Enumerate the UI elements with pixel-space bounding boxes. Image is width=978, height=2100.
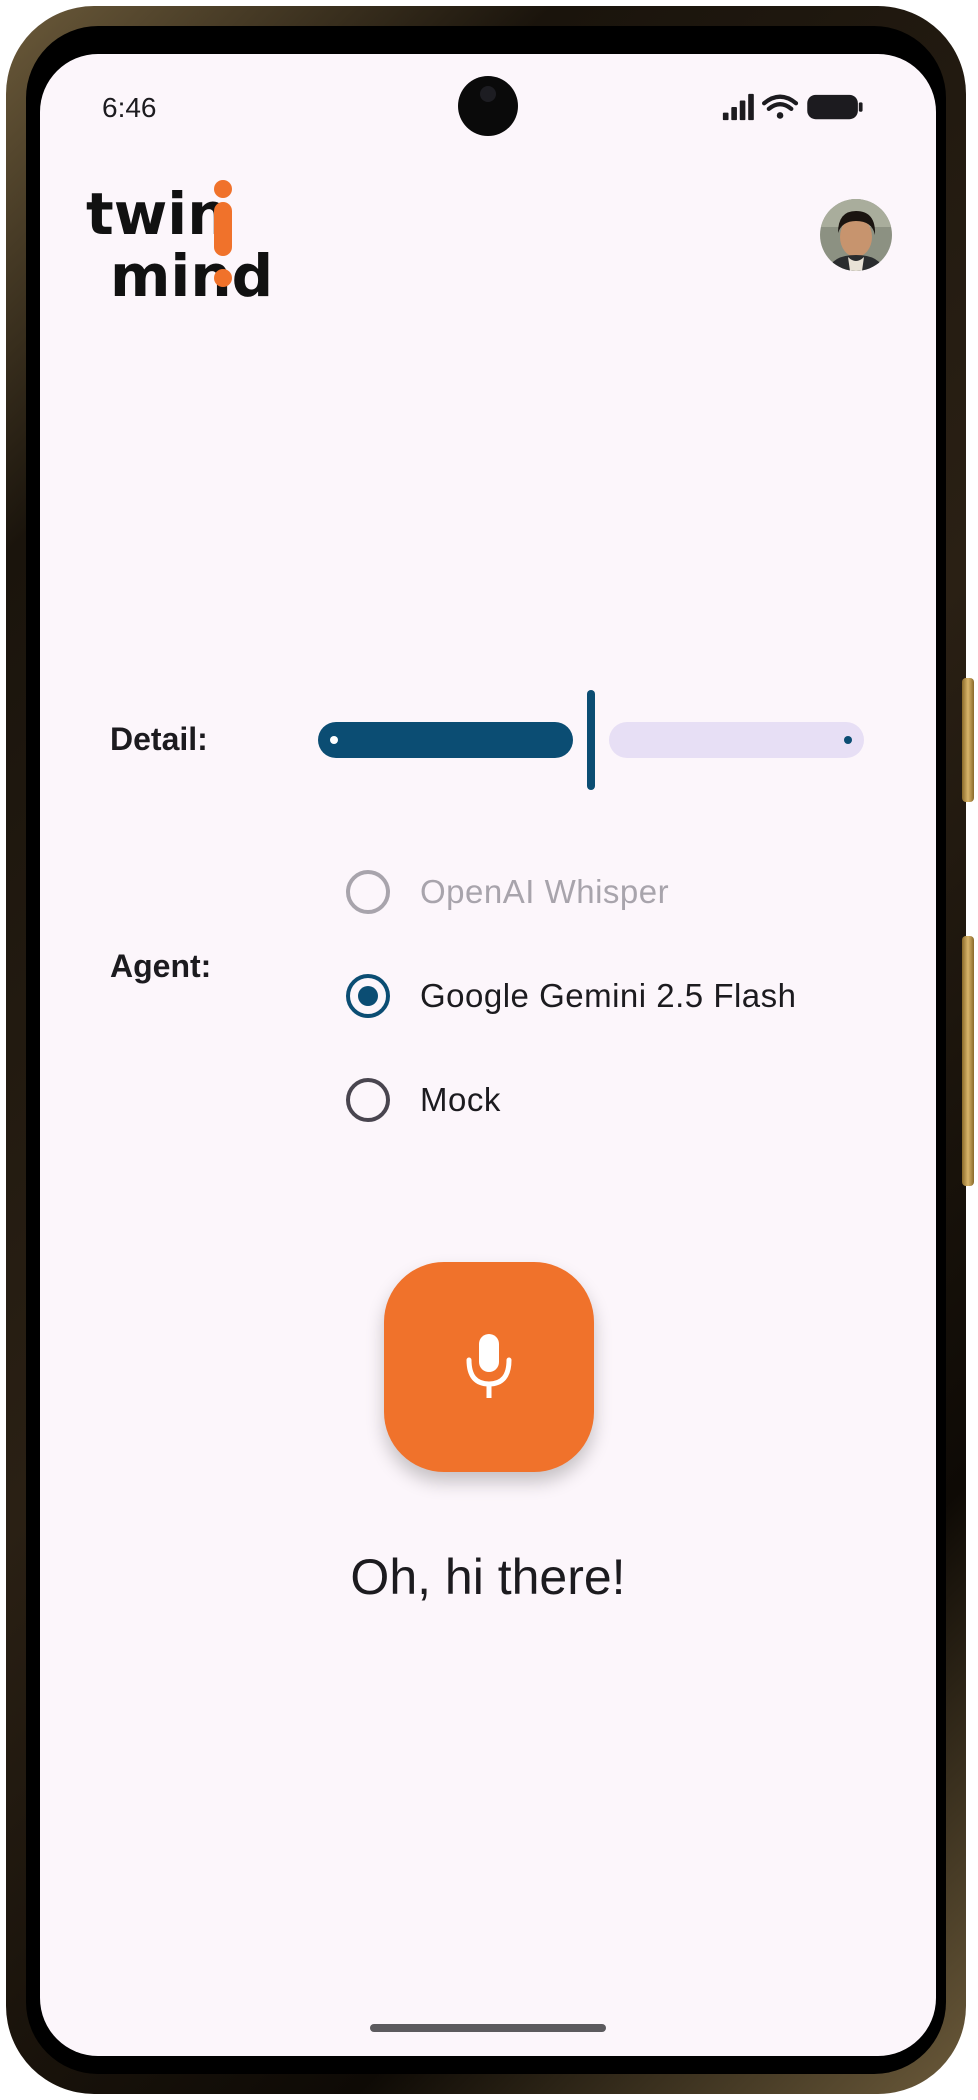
- radio-option-gemini-flash[interactable]: Google Gemini 2.5 Flash: [346, 966, 866, 1026]
- slider-end-stop-indicator: [844, 736, 852, 744]
- phone-frame: 6:46 twin mind Detail: Agent: OpenAI Whi…: [6, 6, 974, 2094]
- logo-accent-dot-bottom: [214, 269, 232, 287]
- battery-icon: [807, 94, 863, 120]
- radio-option-openai-whisper: OpenAI Whisper: [346, 862, 866, 922]
- status-icons: [722, 93, 863, 121]
- microphone-icon: [466, 1334, 512, 1398]
- power-button: [962, 678, 974, 802]
- agent-label: Agent:: [110, 948, 212, 984]
- detail-slider[interactable]: [318, 690, 864, 790]
- radio-label-gemini-flash[interactable]: Google Gemini 2.5 Flash: [420, 977, 797, 1015]
- slider-start-stop-indicator: [330, 736, 338, 744]
- status-time: 6:46: [102, 92, 157, 123]
- radio-label-openai-whisper: OpenAI Whisper: [420, 873, 670, 910]
- detail-label: Detail:: [110, 721, 208, 757]
- user-avatar[interactable]: [820, 199, 892, 271]
- logo-word-mind: mind: [110, 242, 273, 304]
- logo-word-twin: twin: [86, 180, 228, 248]
- record-button[interactable]: [384, 1262, 594, 1472]
- front-camera: [458, 76, 518, 136]
- radio-button-gemini-flash[interactable]: [346, 974, 390, 1018]
- logo-accent-bar: [214, 202, 232, 256]
- radio-button-openai-whisper: [346, 870, 390, 914]
- volume-button: [962, 936, 974, 1186]
- greeting-text: Oh, hi there!: [350, 1549, 626, 1605]
- slider-inactive-track: [609, 722, 864, 758]
- logo-accent-dot-top: [214, 180, 232, 198]
- app-screen: 6:46 twin mind Detail: Agent: OpenAI Whi…: [40, 54, 936, 2056]
- slider-thumb: [587, 690, 595, 790]
- home-indicator[interactable]: [370, 2024, 606, 2032]
- radio-label-mock[interactable]: Mock: [420, 1081, 501, 1119]
- radio-option-mock[interactable]: Mock: [346, 1070, 866, 1130]
- signal-icon: [722, 93, 754, 121]
- wifi-icon: [762, 94, 799, 119]
- slider-active-track: [318, 722, 573, 758]
- twinmind-logo[interactable]: twin mind: [80, 174, 310, 304]
- radio-button-mock[interactable]: [346, 1078, 390, 1122]
